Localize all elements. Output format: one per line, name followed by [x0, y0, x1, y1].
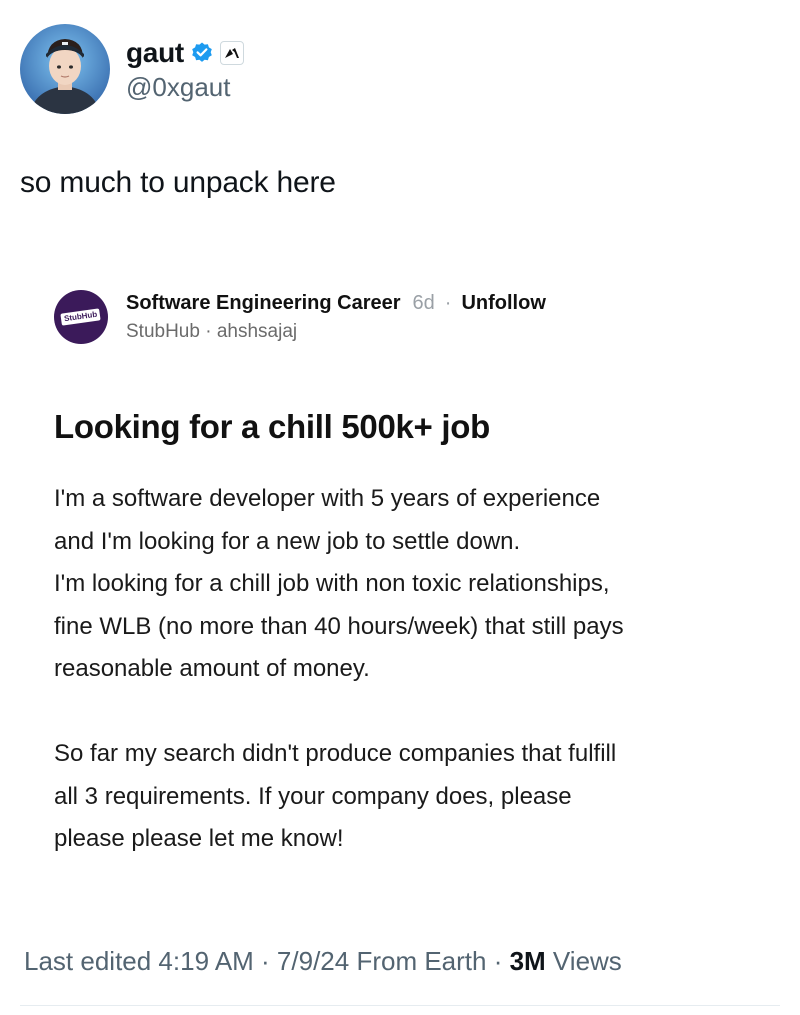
- divider: [20, 1005, 780, 1006]
- embedded-post-meta: Software Engineering Career 6d · Unfollo…: [126, 290, 546, 344]
- tweet-footer: Last edited 4:19 AM · 7/9/24 From Earth …: [24, 946, 622, 977]
- post-author-subline: StubHub · ahshsajaj: [126, 321, 298, 342]
- body-line: all 3 requirements. If your company does…: [54, 782, 572, 810]
- author-handle[interactable]: @0xgaut: [126, 72, 244, 103]
- meta-separator: ·: [444, 292, 452, 314]
- community-name[interactable]: Software Engineering Career: [126, 290, 401, 316]
- tweet-meta: Last edited 4:19 AM · 7/9/24 From Earth …: [24, 946, 510, 976]
- author-avatar[interactable]: [20, 24, 110, 114]
- body-line: please please let me know!: [54, 825, 344, 852]
- author-display-name[interactable]: gaut: [126, 37, 184, 69]
- tweet-text: so much to unpack here: [20, 166, 336, 199]
- embedded-post-title: Looking for a chill 500k+ job: [54, 408, 490, 445]
- embedded-post-header: StubHub Software Engineering Career 6d ·…: [54, 290, 546, 344]
- body-line: fine WLB (no more than 40 hours/week) th…: [54, 612, 624, 640]
- embedded-post-meta-row: Software Engineering Career 6d · Unfollo…: [126, 290, 546, 316]
- views-label: Views: [545, 946, 622, 976]
- tweet-header: gaut @0xgaut: [20, 24, 244, 114]
- verified-badge-icon[interactable]: [190, 41, 214, 65]
- stubhub-logo: StubHub: [54, 290, 108, 344]
- author-identity: gaut @0xgaut: [126, 36, 244, 103]
- body-line: I'm a software developer with 5 years of…: [54, 485, 601, 512]
- body-line: reasonable amount of money.: [54, 655, 370, 682]
- body-line: and I'm looking for a new job to settle …: [54, 527, 521, 555]
- unfollow-button[interactable]: Unfollow: [461, 290, 545, 316]
- affiliation-badge-icon[interactable]: [219, 40, 244, 65]
- body-line: I'm looking for a chill job with non tox…: [54, 570, 610, 597]
- embedded-post-body: I'm a software developer with 5 years of…: [54, 478, 774, 861]
- post-age: 6d: [412, 292, 435, 314]
- name-row: gaut: [126, 36, 244, 70]
- body-line: So far my search didn't produce companie…: [54, 740, 617, 767]
- stubhub-logo-text: StubHub: [60, 308, 102, 326]
- views-count[interactable]: 3M: [510, 946, 546, 976]
